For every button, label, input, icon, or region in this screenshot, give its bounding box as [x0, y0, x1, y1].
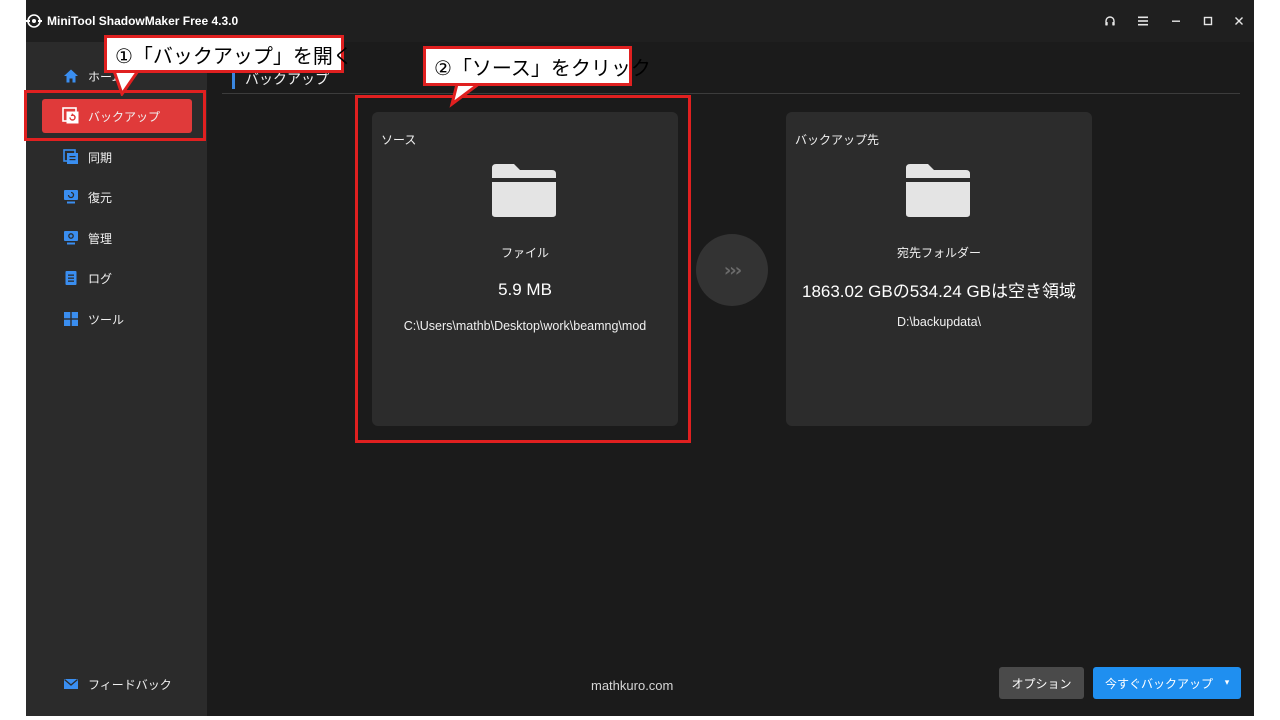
feedback-label: フィードバック [88, 677, 172, 692]
manage-icon [62, 229, 80, 247]
watermark: mathkuro.com [591, 678, 674, 693]
backup-now-button[interactable]: 今すぐバックアップ ▾ [1093, 667, 1241, 699]
home-icon [62, 67, 80, 85]
highlight-backup-nav [24, 90, 206, 141]
sidebar-item-log[interactable]: ログ [42, 261, 192, 295]
sidebar-item-restore[interactable]: 復元 [42, 180, 192, 214]
sidebar-item-label: 同期 [88, 150, 113, 165]
sidebar-item-label: 復元 [88, 190, 113, 205]
app-logo-icon [26, 13, 42, 29]
tools-icon [62, 310, 80, 328]
destination-free-space: 1863.02 GBの534.24 GBは空き領域 [801, 282, 1077, 301]
arrow-right-icon: ››› [696, 234, 768, 306]
headset-icon[interactable] [1099, 10, 1121, 32]
sidebar-item-label: 管理 [88, 231, 113, 246]
page-title: バックアップ [232, 71, 329, 89]
app-title: MiniTool ShadowMaker Free 4.3.0 [47, 14, 239, 28]
chevron-down-icon[interactable]: ▾ [1213, 667, 1241, 699]
sidebar-item-tools[interactable]: ツール [42, 302, 192, 336]
feedback-link[interactable]: フィードバック [42, 667, 192, 701]
log-icon [62, 269, 80, 287]
destination-path: D:\backupdata\ [896, 315, 982, 329]
sidebar-item-sync[interactable]: 同期 [42, 140, 192, 174]
highlight-source-card [355, 95, 691, 443]
sidebar-item-label: ログ [88, 271, 113, 286]
destination-label: バックアップ先 [795, 133, 880, 147]
destination-card[interactable]: バックアップ先 宛先フォルダー 1863.02 GBの534.24 GBは空き領… [786, 112, 1092, 426]
annotation-step1: ①「バックアップ」を開く [104, 35, 353, 73]
mail-icon [62, 675, 80, 693]
annotation-step2: ②「ソース」をクリック [423, 46, 651, 86]
maximize-icon[interactable] [1197, 10, 1219, 32]
options-button[interactable]: オプション [999, 667, 1084, 699]
close-icon[interactable] [1228, 10, 1250, 32]
minimize-icon[interactable] [1165, 10, 1187, 32]
sidebar-item-label: ツール [88, 312, 125, 327]
backup-now-label: 今すぐバックアップ [1105, 676, 1214, 691]
destination-type: 宛先フォルダー [896, 246, 981, 260]
sidebar: ホーム バックアップ 同期 復元 管理 ログ ツール フィードバック [26, 42, 207, 716]
sync-icon [62, 148, 80, 166]
restore-icon [62, 188, 80, 206]
menu-icon[interactable] [1132, 10, 1154, 32]
folder-icon [904, 160, 972, 220]
sidebar-item-manage[interactable]: 管理 [42, 221, 192, 255]
divider [222, 93, 1240, 94]
